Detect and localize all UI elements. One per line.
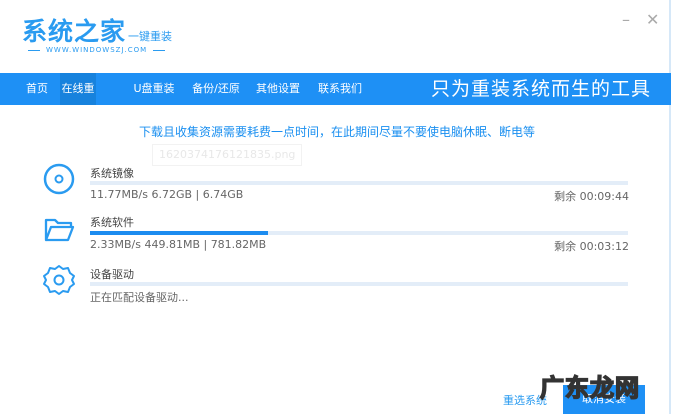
progress-fill [90, 231, 268, 235]
minimize-button[interactable]: – [622, 10, 630, 29]
logo-title: 系统之家 [22, 17, 127, 46]
tab-online-reinstall[interactable]: 在线重装 [60, 73, 96, 127]
progress-bar [90, 181, 628, 185]
logo-subtitle: 一键重装 [128, 30, 173, 43]
tab-other-settings[interactable]: 其他设置 [250, 73, 306, 105]
item-title: 系统镜像 [90, 167, 134, 180]
notice-text: 下载且收集资源需要耗费一点时间，在此期间尽量不要使电脑休眠、断电等 [138, 125, 535, 139]
logo-url: WWW.WINDOWSZJ.COM [22, 46, 152, 54]
gear-icon [43, 265, 75, 295]
logo: 系统之家 一键重装 WWW.WINDOWSZJ.COM [22, 12, 173, 54]
progress-bar [90, 282, 628, 286]
watermark: 广东龙网 [539, 373, 640, 403]
remaining-time: 剩余 00:03:12 [554, 240, 629, 253]
progress-bar [90, 231, 628, 235]
nav-bar: 首页 在线重装 U盘重装 备份/还原 其他设置 联系我们 只为重装系统而生的工具 [0, 73, 671, 127]
tab-backup-restore[interactable]: 备份/还原 [186, 73, 246, 105]
item-title: 设备驱动 [90, 268, 134, 281]
installer-window: 系统之家 一键重装 WWW.WINDOWSZJ.COM – ✕ 首页 在线重装 U… [0, 0, 671, 414]
status-text: 正在匹配设备驱动... [90, 291, 189, 304]
tab-home[interactable]: 首页 [17, 73, 57, 105]
close-button[interactable]: ✕ [646, 10, 659, 29]
slogan: 只为重装系统而生的工具 [430, 78, 651, 100]
folder-icon [44, 218, 75, 242]
tab-contact-us[interactable]: 联系我们 [312, 73, 368, 105]
tab-usb-reinstall[interactable]: U盘重装 [128, 73, 180, 105]
disc-icon [43, 163, 75, 195]
item-title: 系统软件 [90, 216, 134, 229]
speed-text: 2.33MB/s 449.81MB | 781.82MB [90, 238, 267, 251]
speed-text: 11.77MB/s 6.72GB | 6.74GB [90, 188, 244, 201]
remaining-time: 剩余 00:09:44 [554, 190, 629, 203]
ghost-tooltip: 1620374176121835.png [152, 144, 302, 166]
